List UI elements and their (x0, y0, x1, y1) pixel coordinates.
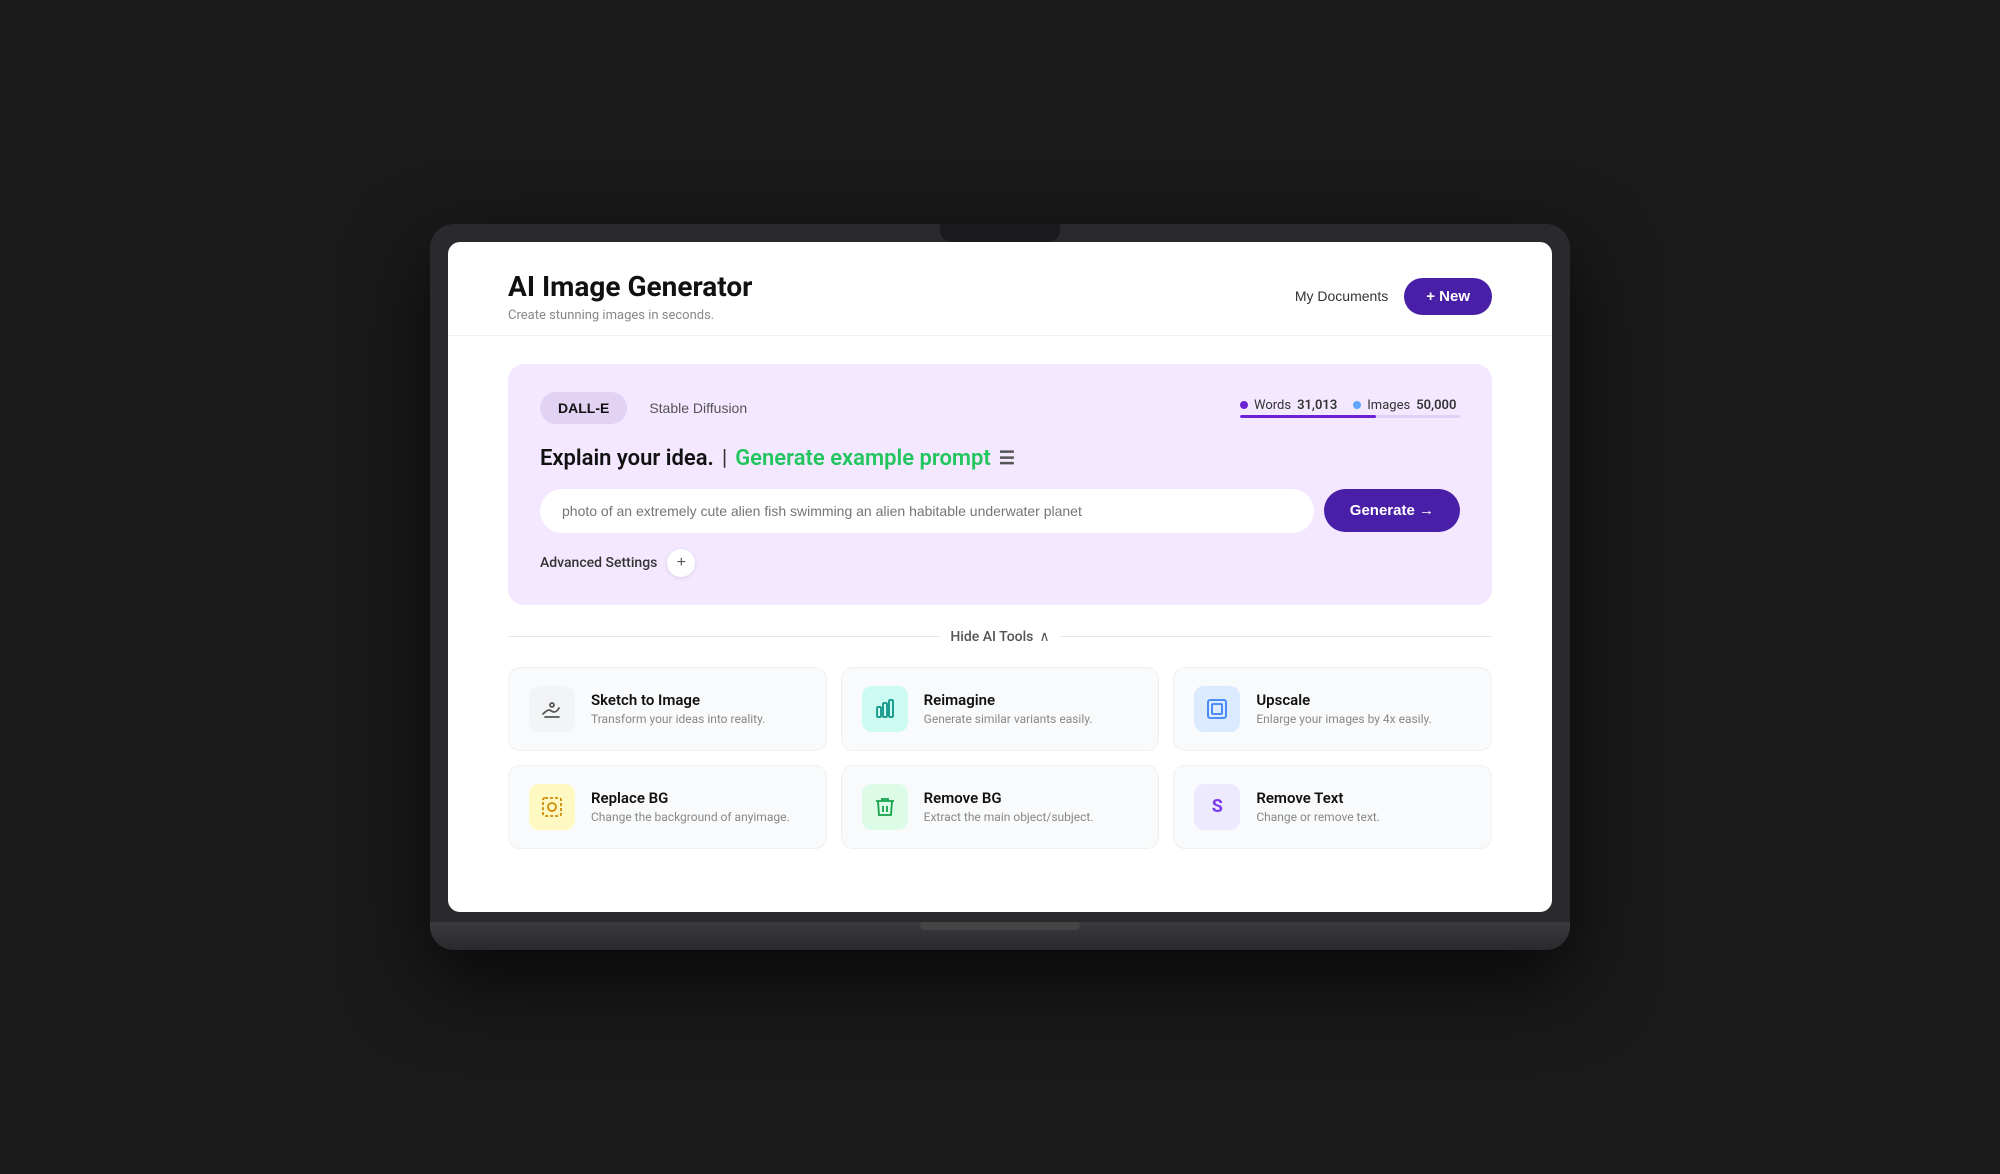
tool-card-replace-bg[interactable]: Replace BG Change the background of anyi… (508, 765, 827, 849)
images-stat: Images 50,000 (1353, 398, 1456, 413)
remove-text-desc: Change or remove text. (1256, 810, 1380, 824)
advanced-settings-label: Advanced Settings (540, 555, 657, 571)
reimagine-desc: Generate similar variants easily. (924, 712, 1093, 726)
prompt-label-row: Explain your idea. | Generate example pr… (540, 446, 1460, 471)
sketch-to-image-desc: Transform your ideas into reality. (591, 712, 765, 726)
chevron-up-icon: ∧ (1039, 629, 1049, 645)
remove-text-info: Remove Text Change or remove text. (1256, 789, 1380, 824)
tool-card-sketch-to-image[interactable]: Sketch to Image Transform your ideas int… (508, 667, 827, 751)
divider-line-right (1060, 636, 1492, 637)
app-content: DALL-E Stable Diffusion Words 31,013 (448, 336, 1552, 877)
hide-ai-tools-label: Hide AI Tools ∧ (950, 629, 1049, 645)
sketch-to-image-info: Sketch to Image Transform your ideas int… (591, 691, 765, 726)
panel-top: DALL-E Stable Diffusion Words 31,013 (540, 392, 1460, 424)
new-button[interactable]: + New (1404, 278, 1492, 315)
replace-bg-info: Replace BG Change the background of anyi… (591, 789, 790, 824)
hide-ai-tools-row[interactable]: Hide AI Tools ∧ (508, 629, 1492, 645)
upscale-desc: Enlarge your images by 4x easily. (1256, 712, 1431, 726)
app-header: AI Image Generator Create stunning image… (448, 242, 1552, 336)
reimagine-title: Reimagine (924, 691, 1093, 709)
advanced-settings-toggle[interactable]: + (667, 549, 695, 577)
remove-bg-info: Remove BG Extract the main object/subjec… (924, 789, 1094, 824)
sketch-to-image-title: Sketch to Image (591, 691, 765, 709)
advanced-settings-row: Advanced Settings + (540, 549, 1460, 577)
laptop-notch (940, 224, 1060, 242)
stats-bar-fill (1240, 415, 1376, 418)
tab-stable-diffusion[interactable]: Stable Diffusion (631, 392, 765, 424)
words-dot (1240, 401, 1248, 409)
images-dot (1353, 401, 1361, 409)
upscale-info: Upscale Enlarge your images by 4x easily… (1256, 691, 1431, 726)
generate-example-link[interactable]: Generate example prompt (735, 446, 991, 471)
divider-line-left (508, 636, 940, 637)
generator-panel: DALL-E Stable Diffusion Words 31,013 (508, 364, 1492, 605)
app-subtitle: Create stunning images in seconds. (508, 308, 752, 323)
app-title: AI Image Generator (508, 270, 752, 304)
sketch-to-image-icon (529, 686, 575, 732)
reimagine-info: Reimagine Generate similar variants easi… (924, 691, 1093, 726)
words-stat: Words 31,013 (1240, 398, 1337, 413)
replace-bg-desc: Change the background of anyimage. (591, 810, 790, 824)
upscale-icon (1194, 686, 1240, 732)
prompt-input[interactable] (540, 489, 1314, 533)
tab-dalle[interactable]: DALL-E (540, 392, 627, 424)
header-left: AI Image Generator Create stunning image… (508, 270, 752, 323)
laptop-frame: AI Image Generator Create stunning image… (430, 224, 1570, 950)
tool-card-remove-bg[interactable]: Remove BG Extract the main object/subjec… (841, 765, 1160, 849)
reimagine-icon (862, 686, 908, 732)
laptop-base (430, 922, 1570, 950)
tool-card-upscale[interactable]: Upscale Enlarge your images by 4x easily… (1173, 667, 1492, 751)
upscale-title: Upscale (1256, 691, 1431, 709)
header-right: My Documents + New (1295, 278, 1492, 315)
remove-text-title: Remove Text (1256, 789, 1380, 807)
remove-bg-title: Remove BG (924, 789, 1094, 807)
laptop-screen: AI Image Generator Create stunning image… (448, 242, 1552, 912)
stats-area: Words 31,013 Images 50,000 (1240, 398, 1460, 418)
model-tabs: DALL-E Stable Diffusion (540, 392, 765, 424)
remove-text-icon: S (1194, 784, 1240, 830)
remove-bg-desc: Extract the main object/subject. (924, 810, 1094, 824)
prompt-input-row: Generate → (540, 489, 1460, 533)
replace-bg-icon (529, 784, 575, 830)
tool-card-reimagine[interactable]: Reimagine Generate similar variants easi… (841, 667, 1160, 751)
generate-button[interactable]: Generate → (1324, 489, 1460, 532)
tools-grid: Sketch to Image Transform your ideas int… (508, 667, 1492, 849)
list-icon[interactable]: ☰ (999, 448, 1015, 469)
tool-card-remove-text[interactable]: S Remove Text Change or remove text. (1173, 765, 1492, 849)
my-documents-button[interactable]: My Documents (1295, 288, 1388, 304)
prompt-separator: | (722, 446, 727, 471)
stats-bar (1240, 415, 1460, 418)
remove-bg-icon (862, 784, 908, 830)
replace-bg-title: Replace BG (591, 789, 790, 807)
